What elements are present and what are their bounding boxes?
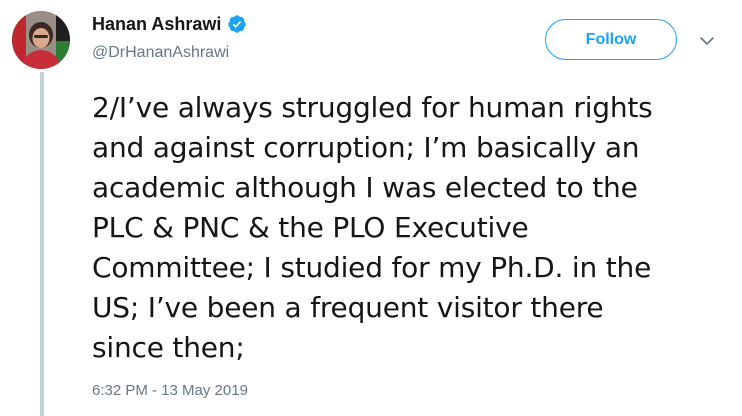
display-name[interactable]: Hanan Ashrawi	[92, 13, 221, 35]
tweet-text: 2/I’ve always struggled for human rights…	[92, 88, 732, 368]
verified-badge-icon	[228, 15, 247, 33]
tweet-text-line: academic although I was elected to the	[92, 171, 638, 204]
tweet-text-line: 2/I’ve always struggled for human rights	[92, 91, 653, 124]
tweet-timestamp[interactable]: 6:32 PM - 13 May 2019	[92, 382, 248, 399]
chevron-down-icon[interactable]	[698, 32, 716, 50]
tweet-text-line: PLC & PNC & the PLO Executive	[92, 211, 529, 244]
tweet-text-line: US; I’ve been a frequent visitor there	[92, 291, 604, 324]
avatar-image	[12, 11, 70, 69]
thread-connector-line	[40, 72, 44, 416]
tweet-text-line: Committee; I studied for my Ph.D. in the	[92, 251, 652, 284]
tweet-text-line: and against corruption; I’m basically an	[92, 131, 640, 164]
author-name-row: Hanan Ashrawi	[92, 13, 247, 35]
follow-button[interactable]: Follow	[545, 19, 677, 60]
tweet-text-line: since then;	[92, 331, 245, 364]
user-handle[interactable]: @DrHananAshrawi	[92, 44, 229, 62]
avatar[interactable]	[12, 11, 70, 69]
